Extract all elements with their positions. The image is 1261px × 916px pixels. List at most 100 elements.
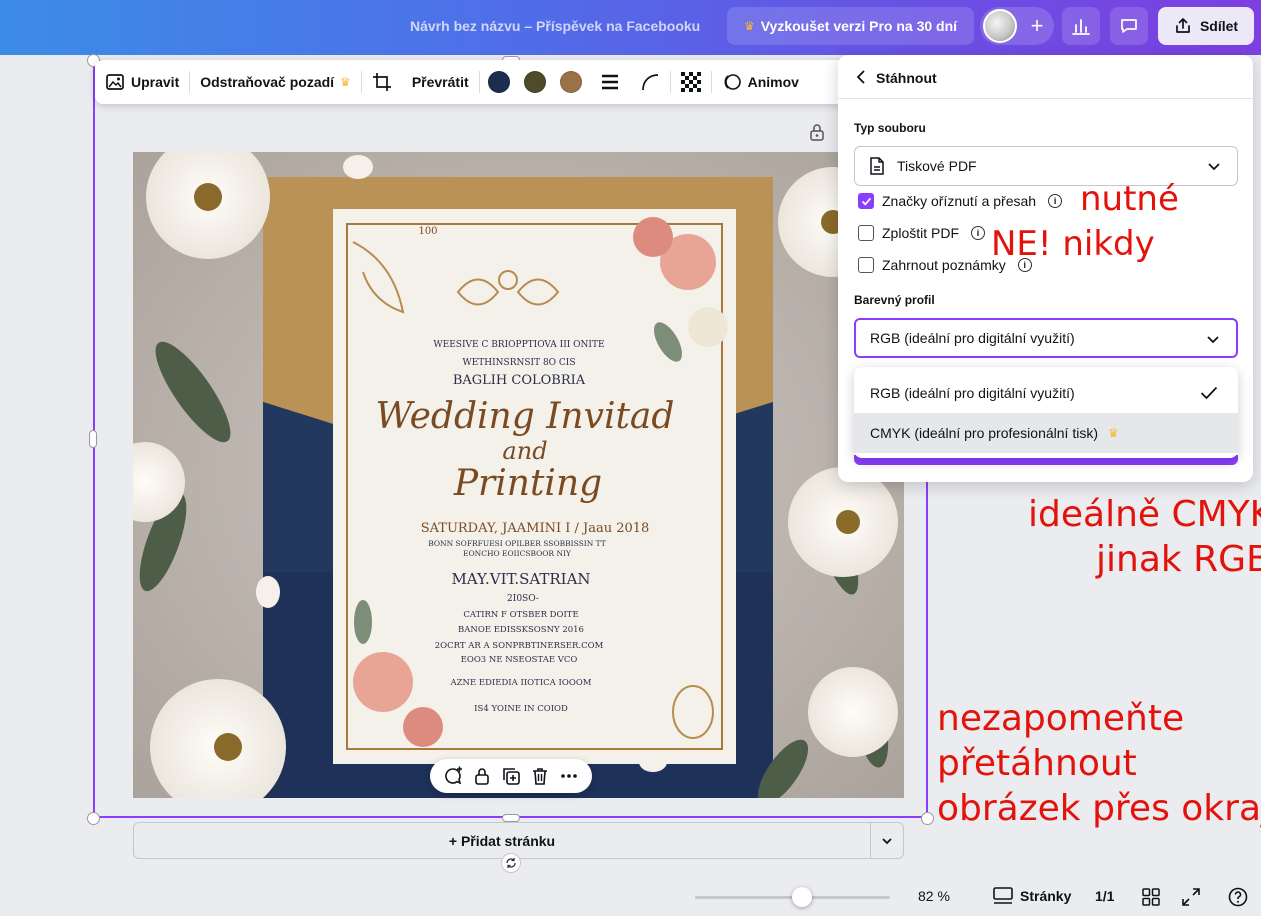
expand-icon xyxy=(1182,888,1200,906)
share-button[interactable]: Sdílet xyxy=(1158,7,1254,45)
annotation-cmyk-2: jinak RGB xyxy=(1096,539,1261,580)
checkmark-icon xyxy=(861,197,871,206)
info-icon[interactable]: i xyxy=(971,226,986,240)
crown-icon: ♛ xyxy=(1108,426,1119,440)
share-icon xyxy=(1176,18,1190,33)
resize-handle-bottom[interactable] xyxy=(502,814,520,822)
rotate-handle[interactable] xyxy=(501,853,521,873)
crop-icon xyxy=(372,73,391,91)
annotation-drag-1: nezapomeňte xyxy=(937,698,1185,739)
color-profile-label: Barevný profil xyxy=(854,293,935,307)
option-label: Zploštit PDF xyxy=(882,225,960,241)
comment-add-icon[interactable] xyxy=(443,766,463,786)
option-label: Značky oříznutí a přesah xyxy=(882,193,1037,209)
comment-icon xyxy=(1121,19,1137,33)
flip-button[interactable]: Převrátit xyxy=(402,60,479,104)
annotation-drag-3: obrázek přes okraj xyxy=(937,788,1261,829)
info-icon[interactable]: i xyxy=(1048,194,1063,208)
color-swatch-navy[interactable] xyxy=(487,71,510,93)
top-bar: Návrh bez názvu – Příspěvek na Facebooku… xyxy=(0,0,1261,55)
avatar[interactable] xyxy=(983,9,1017,43)
chevron-down-icon xyxy=(1207,336,1219,344)
checkbox[interactable] xyxy=(858,257,874,273)
add-page-options[interactable] xyxy=(870,822,904,859)
more-options-icon[interactable] xyxy=(559,766,579,786)
crown-icon: ♛ xyxy=(743,19,755,33)
try-pro-button[interactable]: ♛ Vyzkoušet verzi Pro na 30 dní xyxy=(727,7,974,45)
add-collaborator-plus-icon[interactable]: + xyxy=(1023,11,1051,41)
crown-icon: ♛ xyxy=(340,75,351,89)
color-swatch-brown[interactable] xyxy=(559,71,582,93)
lock-icon[interactable] xyxy=(472,766,492,786)
fullscreen-button[interactable] xyxy=(1180,886,1202,908)
dropdown-option-rgb[interactable]: RGB (ideální pro digitální využití) xyxy=(854,373,1238,413)
dropdown-option-cmyk[interactable]: CMYK (ideální pro profesionální tisk) ♛ xyxy=(854,413,1238,453)
option-label: Zahrnout poznámky xyxy=(882,257,1006,273)
selection-frame xyxy=(93,60,928,818)
checkmark-icon xyxy=(1200,386,1218,400)
pages-button[interactable]: Stránky xyxy=(992,886,1071,906)
color-profile-select[interactable]: RGB (ideální pro digitální využití) xyxy=(854,318,1238,358)
dropdown-option-label: CMYK (ideální pro profesionální tisk) xyxy=(870,425,1098,441)
bar-chart-icon xyxy=(1072,19,1090,35)
file-type-select[interactable]: Tiskové PDF xyxy=(854,146,1238,186)
rotate-icon xyxy=(506,858,516,868)
annotation-drag-2: přetáhnout xyxy=(937,743,1137,784)
image-edit-icon xyxy=(106,74,124,90)
border-style-button[interactable] xyxy=(590,60,630,104)
corner-curve-icon xyxy=(641,74,658,91)
zoom-slider-thumb[interactable] xyxy=(792,887,813,907)
add-page-button[interactable]: + Přidat stránku xyxy=(133,822,871,859)
lock-icon[interactable] xyxy=(809,123,825,141)
color-profile-dropdown: RGB (ideální pro digitální využití) CMYK… xyxy=(854,367,1238,458)
edit-image-button[interactable]: Upravit xyxy=(95,60,189,104)
trash-icon[interactable] xyxy=(530,766,550,786)
grid-icon xyxy=(1142,888,1160,906)
help-button[interactable] xyxy=(1227,886,1249,908)
resize-handle-left[interactable] xyxy=(89,430,97,448)
flip-label: Převrátit xyxy=(411,74,469,90)
zoom-level[interactable]: 82 % xyxy=(918,888,950,904)
share-label: Sdílet xyxy=(1199,18,1239,34)
insights-button[interactable] xyxy=(1062,7,1100,45)
crop-button[interactable] xyxy=(362,60,402,104)
corner-rounding-button[interactable] xyxy=(630,60,670,104)
panel-title: Stáhnout xyxy=(876,70,937,86)
image-toolbar: Upravit Odstraňovač pozadí ♛ Převrátit A… xyxy=(95,60,855,104)
animate-button[interactable]: Animov xyxy=(712,60,809,104)
duplicate-icon[interactable] xyxy=(501,766,521,786)
annotation-cmyk-1: ideálně CMYK xyxy=(1028,494,1261,535)
color-swatches xyxy=(480,60,590,104)
checkerboard-icon xyxy=(680,72,701,92)
color-swatch-olive[interactable] xyxy=(523,71,546,93)
checkbox-checked[interactable] xyxy=(858,193,874,209)
download-panel: Stáhnout Typ souboru Tiskové PDF Značky … xyxy=(838,55,1253,482)
document-title[interactable]: Návrh bez názvu – Příspěvek na Facebooku xyxy=(410,18,700,34)
option-crop-marks-bleed[interactable]: Značky oříznutí a přesah i xyxy=(858,193,1063,209)
animate-icon xyxy=(724,74,741,90)
transparency-button[interactable] xyxy=(671,60,711,104)
comments-button[interactable] xyxy=(1110,7,1148,45)
animate-label: Animov xyxy=(747,74,799,90)
chevron-down-icon xyxy=(1208,163,1220,171)
document-icon xyxy=(870,157,884,175)
help-icon xyxy=(1228,887,1248,907)
option-flatten-pdf[interactable]: Zploštit PDF i xyxy=(858,225,986,241)
collaborators: + xyxy=(980,7,1054,45)
resize-handle-bottom-right[interactable] xyxy=(921,812,934,825)
try-pro-label: Vyzkoušet verzi Pro na 30 dní xyxy=(760,18,958,34)
chevron-left-icon[interactable] xyxy=(856,69,866,85)
background-remover-button[interactable]: Odstraňovač pozadí ♛ xyxy=(190,60,361,104)
add-page-label: + Přidat stránku xyxy=(448,832,556,849)
element-quick-actions xyxy=(430,759,592,793)
annotation-required: nutné xyxy=(1080,179,1179,219)
grid-view-button[interactable] xyxy=(1140,886,1162,908)
resize-handle-bottom-left[interactable] xyxy=(87,812,100,825)
edit-label: Upravit xyxy=(131,74,180,90)
checkbox[interactable] xyxy=(858,225,874,241)
dropdown-option-label: RGB (ideální pro digitální využití) xyxy=(870,385,1075,401)
chevron-down-icon xyxy=(882,837,892,844)
file-type-value: Tiskové PDF xyxy=(897,158,977,174)
color-profile-value: RGB (ideální pro digitální využití) xyxy=(870,330,1075,346)
annotation-never: NE! nikdy xyxy=(991,224,1155,264)
